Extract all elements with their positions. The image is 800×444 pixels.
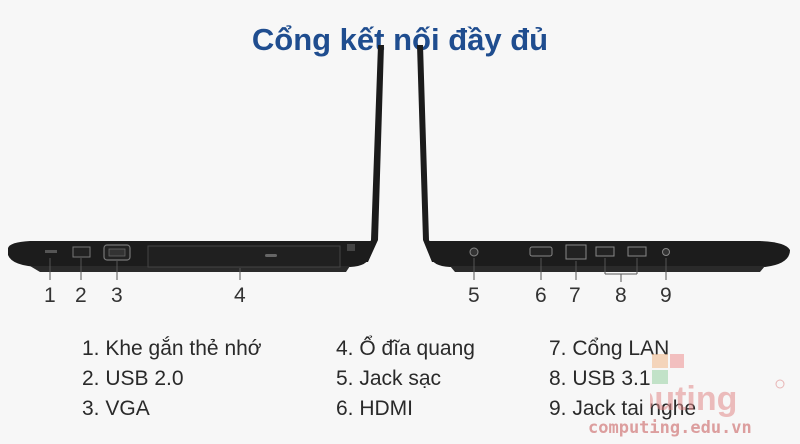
lan-port xyxy=(565,244,587,260)
port-number-5: 5 xyxy=(468,284,480,307)
watermark-url: computing.edu.vn xyxy=(588,418,752,438)
optical-drive xyxy=(147,245,341,268)
lock-slot xyxy=(347,244,355,251)
usb3-port-1 xyxy=(595,246,615,257)
legend-item: 2. USB 2.0 xyxy=(82,367,184,390)
port-number-9: 9 xyxy=(660,284,672,307)
port-number-2: 2 xyxy=(75,284,87,307)
usb2-port xyxy=(72,246,91,258)
headphone-jack xyxy=(662,248,670,256)
legend-item: 5. Jack sạc xyxy=(336,367,442,390)
port-number-6: 6 xyxy=(535,284,547,307)
hdmi-port xyxy=(529,246,553,257)
laptop-illustration xyxy=(8,45,790,282)
legend-column-2: 4. Ổ đĩa quang 5. Jack sạc 6. HDMI xyxy=(336,334,475,424)
legend-item: 1. Khe gắn thẻ nhớ xyxy=(82,337,262,360)
legend-item: 4. Ổ đĩa quang xyxy=(336,337,475,360)
right-laptop-lid xyxy=(417,45,440,262)
computing-logo-text: Computing xyxy=(650,380,737,418)
legend-item: 6. HDMI xyxy=(336,397,414,420)
port-number-4: 4 xyxy=(234,284,246,307)
left-laptop-lid xyxy=(360,45,384,262)
legend-column-1: 1. Khe gắn thẻ nhớ 2. USB 2.0 3. VGA xyxy=(82,334,262,424)
legend-item: 3. VGA xyxy=(82,397,150,420)
usb3-port-2 xyxy=(627,246,647,257)
power-jack xyxy=(469,247,479,257)
port-number-1: 1 xyxy=(44,284,56,307)
port-number-8: 8 xyxy=(615,284,627,307)
port-number-7: 7 xyxy=(569,284,581,307)
port-number-3: 3 xyxy=(111,284,123,307)
computing-logo: Computing xyxy=(650,354,785,418)
sd-card-slot xyxy=(45,250,57,253)
